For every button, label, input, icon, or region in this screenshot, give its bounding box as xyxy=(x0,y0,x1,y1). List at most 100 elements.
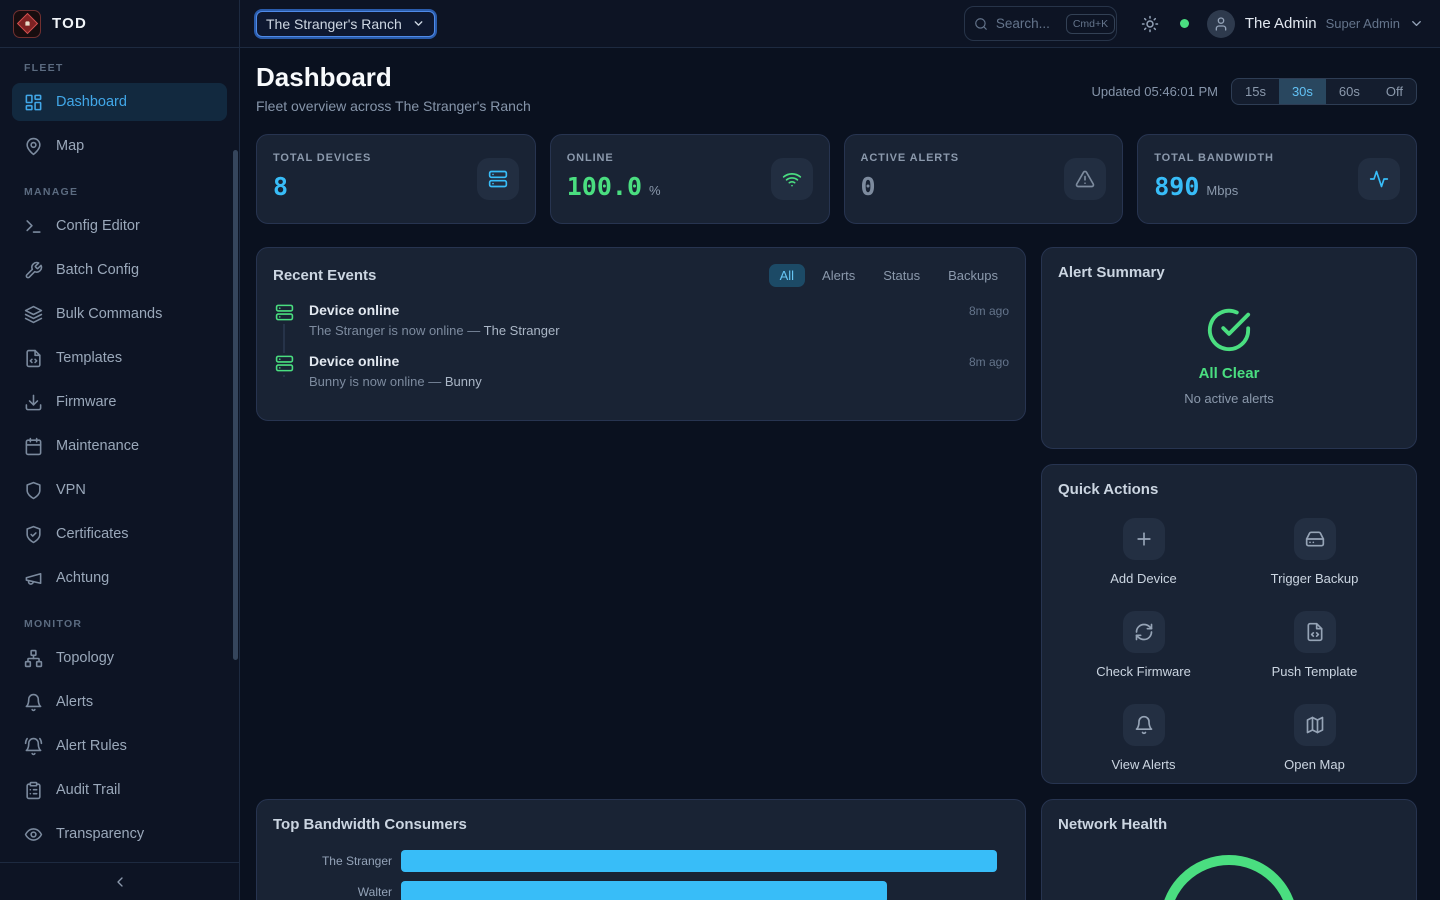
sidebar-item-audit-trail[interactable]: Audit Trail xyxy=(12,771,227,809)
sidebar-item-label: Achtung xyxy=(56,570,109,586)
sidebar-item-maintenance[interactable]: Maintenance xyxy=(12,427,227,465)
view-alerts-button[interactable]: View Alerts xyxy=(1058,704,1229,772)
sidebar-item-bulk-commands[interactable]: Bulk Commands xyxy=(12,295,227,333)
sidebar-item-label: Alerts xyxy=(56,694,93,710)
quick-actions-title: Quick Actions xyxy=(1058,481,1158,498)
sidebar-item-label: Audit Trail xyxy=(56,782,120,798)
stat-card-total-devices: TOTAL DEVICES 8 xyxy=(256,134,536,224)
tab-status[interactable]: Status xyxy=(872,264,931,287)
event-filter-tabs: All Alerts Status Backups xyxy=(769,264,1009,287)
server-online-icon xyxy=(273,353,295,375)
user-icon xyxy=(1213,16,1229,32)
shield-check-icon xyxy=(24,525,43,544)
refresh-30s-button[interactable]: 30s xyxy=(1279,79,1326,104)
sidebar-item-label: Firmware xyxy=(56,394,116,410)
download-icon xyxy=(24,393,43,412)
wrench-icon xyxy=(24,261,43,280)
stat-value: 100.0 xyxy=(567,172,642,201)
sidebar-item-label: Maintenance xyxy=(56,438,139,454)
stat-cards-row: TOTAL DEVICES 8 ONLINE 100.0 % xyxy=(256,134,1417,224)
network-icon xyxy=(24,649,43,668)
main-column: The Stranger's Ranch Cmd+K xyxy=(240,0,1440,900)
quick-actions-panel: Quick Actions Add Device xyxy=(1041,464,1417,784)
sidebar-item-topology[interactable]: Topology xyxy=(12,639,227,677)
add-device-button[interactable]: Add Device xyxy=(1058,518,1229,586)
map-pin-icon xyxy=(24,137,43,156)
site-selector[interactable]: The Stranger's Ranch xyxy=(256,11,435,37)
user-name: The Admin xyxy=(1245,15,1317,32)
search-shortcut-badge: Cmd+K xyxy=(1066,14,1115,34)
layers-icon xyxy=(24,305,43,324)
bandwidth-bar-row: The Stranger xyxy=(273,850,1009,872)
sidebar-item-label: Transparency xyxy=(56,826,144,842)
bell-icon xyxy=(1123,704,1165,746)
quick-action-label: View Alerts xyxy=(1111,757,1175,772)
right-column: Alert Summary All Clear No active alerts… xyxy=(1041,247,1417,784)
quick-action-label: Add Device xyxy=(1110,571,1176,586)
event-time: 8m ago xyxy=(969,355,1009,369)
refresh-15s-button[interactable]: 15s xyxy=(1232,79,1279,104)
stat-value: 0 xyxy=(861,172,876,201)
event-description: Bunny is now online — Bunny xyxy=(309,374,1009,389)
user-avatar[interactable] xyxy=(1207,10,1235,38)
calendar-icon xyxy=(24,437,43,456)
sidebar-item-label: Bulk Commands xyxy=(56,306,162,322)
search-input-wrapper[interactable]: Cmd+K xyxy=(964,6,1117,41)
section-label-fleet: FLEET xyxy=(24,62,227,74)
open-map-button[interactable]: Open Map xyxy=(1229,704,1400,772)
stat-value: 8 xyxy=(273,172,288,201)
tab-all[interactable]: All xyxy=(769,264,805,287)
search-input[interactable] xyxy=(996,16,1058,31)
shield-icon xyxy=(24,481,43,500)
dashboard-content: Dashboard Fleet overview across The Stra… xyxy=(240,48,1440,900)
check-firmware-button[interactable]: Check Firmware xyxy=(1058,611,1229,679)
alert-status-text: All Clear xyxy=(1199,365,1260,382)
refresh-60s-button[interactable]: 60s xyxy=(1326,79,1373,104)
bandwidth-bar-row: Walter xyxy=(273,881,1009,900)
sidebar-item-label: Templates xyxy=(56,350,122,366)
sidebar-item-alert-rules[interactable]: Alert Rules xyxy=(12,727,227,765)
sidebar-item-achtung[interactable]: Achtung xyxy=(12,559,227,597)
refresh-off-button[interactable]: Off xyxy=(1373,79,1416,104)
theme-toggle-button[interactable] xyxy=(1141,15,1159,33)
sidebar-scrollbar[interactable] xyxy=(233,150,238,660)
user-menu-chevron-icon[interactable] xyxy=(1409,16,1424,31)
sidebar-item-alerts[interactable]: Alerts xyxy=(12,683,227,721)
eye-icon xyxy=(24,825,43,844)
bandwidth-bar xyxy=(401,881,887,900)
sidebar-item-certificates[interactable]: Certificates xyxy=(12,515,227,553)
sidebar-item-templates[interactable]: Templates xyxy=(12,339,227,377)
quick-action-label: Trigger Backup xyxy=(1271,571,1359,586)
trigger-backup-button[interactable]: Trigger Backup xyxy=(1229,518,1400,586)
sidebar-item-vpn[interactable]: VPN xyxy=(12,471,227,509)
sidebar-nav: FLEET Dashboard Map MANAGE Config Editor xyxy=(0,48,239,862)
alert-summary-panel: Alert Summary All Clear No active alerts xyxy=(1041,247,1417,449)
sidebar-item-batch-config[interactable]: Batch Config xyxy=(12,251,227,289)
section-label-manage: MANAGE xyxy=(24,186,227,198)
recent-events-title: Recent Events xyxy=(273,267,376,284)
bell-ring-icon xyxy=(24,737,43,756)
sidebar-item-config-editor[interactable]: Config Editor xyxy=(12,207,227,245)
chevron-left-icon xyxy=(112,874,128,890)
file-code-icon xyxy=(24,349,43,368)
sidebar-item-dashboard[interactable]: Dashboard xyxy=(12,83,227,121)
activity-icon xyxy=(1358,158,1400,200)
tab-alerts[interactable]: Alerts xyxy=(811,264,866,287)
sidebar-item-label: VPN xyxy=(56,482,86,498)
event-item[interactable]: Device online 8m ago Bunny is now online… xyxy=(273,353,1009,389)
sidebar-item-firmware[interactable]: Firmware xyxy=(12,383,227,421)
event-item[interactable]: Device online 8m ago The Stranger is now… xyxy=(273,302,1009,338)
network-health-title: Network Health xyxy=(1058,816,1167,833)
event-device-name: Bunny xyxy=(445,374,482,389)
bandwidth-bar-label: Walter xyxy=(273,885,401,899)
stat-card-active-alerts: ACTIVE ALERTS 0 xyxy=(844,134,1124,224)
search-icon xyxy=(974,17,988,31)
collapse-sidebar-button[interactable] xyxy=(0,862,239,900)
page-subtitle: Fleet overview across The Stranger's Ran… xyxy=(256,98,531,114)
event-description: The Stranger is now online — The Strange… xyxy=(309,323,1009,338)
sidebar-item-transparency[interactable]: Transparency xyxy=(12,815,227,853)
user-role-badge: Super Admin xyxy=(1326,16,1400,31)
push-template-button[interactable]: Push Template xyxy=(1229,611,1400,679)
sidebar-item-map[interactable]: Map xyxy=(12,127,227,165)
tab-backups[interactable]: Backups xyxy=(937,264,1009,287)
